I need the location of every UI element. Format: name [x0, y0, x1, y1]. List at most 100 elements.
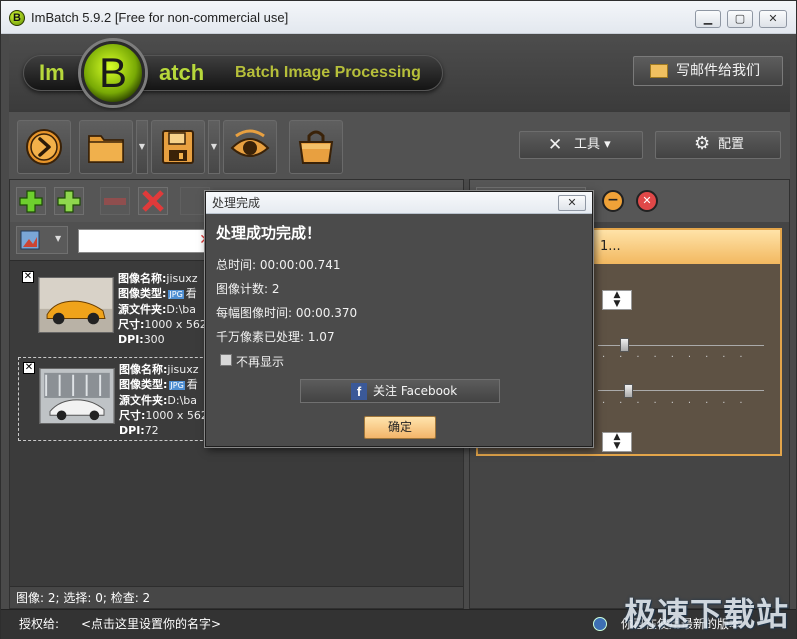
- image-name: jisuxz: [166, 272, 198, 285]
- license-label: 授权给:: [19, 617, 60, 631]
- image-folder: D:\ba: [166, 303, 197, 316]
- megapixels-processed: 千万像素已处理: 1.07: [216, 330, 335, 344]
- watermark: 极速下载站: [624, 595, 790, 633]
- config-label: 配置: [718, 137, 745, 152]
- add-image-icon: [19, 190, 43, 213]
- title-bar: B ImBatch 5.9.2 [Free for non-commercial…: [1, 1, 796, 34]
- folder-label: 源文件夹:: [118, 303, 167, 316]
- save-icon: [162, 130, 194, 164]
- preview-eye-icon: [230, 129, 270, 157]
- tools-menu-button[interactable]: ✕ 工具 ▾: [519, 131, 643, 159]
- main-toolbar: ▼ ▼ ✕ 工具 ▾ ⚙ 配置: [9, 111, 790, 179]
- dialog-heading: 处理成功完成！: [216, 224, 322, 242]
- jpg-icon: JPG: [168, 290, 184, 299]
- save-dropdown[interactable]: ▼: [208, 120, 220, 174]
- image-dpi: 300: [143, 333, 165, 346]
- folder-label: 源文件夹:: [119, 394, 168, 407]
- window-title: ImBatch 5.9.2 [Free for non-commercial u…: [31, 10, 289, 25]
- logo-b-icon: B: [81, 41, 145, 105]
- item-checkbox[interactable]: ✕: [22, 271, 34, 283]
- facebook-button[interactable]: f 关注 Facebook: [300, 379, 500, 403]
- dpi-label: DPI:: [119, 424, 145, 437]
- facebook-icon: f: [351, 383, 367, 400]
- task-slider-1-thumb[interactable]: [620, 338, 629, 352]
- add-folder-button[interactable]: [54, 187, 84, 215]
- chevron-down-icon: ▼: [55, 234, 62, 243]
- add-folder-icon: [57, 190, 81, 213]
- wrench-icon: ✕: [548, 135, 563, 155]
- type-label: 图像类型:: [119, 378, 168, 391]
- list-item[interactable]: ✕ 图像名称:jisuxz 图像类型: JPG 看 源文件夹:D:\ba 尺寸:10…: [18, 357, 218, 441]
- task-spinbox-2[interactable]: ▲ ▼: [602, 432, 632, 452]
- tools-menu-label: 工具 ▾: [574, 137, 611, 152]
- logo-tagline: Batch Image Processing: [235, 64, 421, 81]
- dialog-title: 处理完成: [206, 192, 592, 214]
- size-label: 尺寸:: [119, 409, 146, 422]
- image-thumbnail: [38, 277, 114, 333]
- ok-button[interactable]: 确定: [364, 416, 436, 439]
- image-dpi: 72: [144, 424, 159, 437]
- run-icon: [26, 129, 62, 165]
- basket-button[interactable]: [289, 120, 343, 174]
- open-folder-icon: [88, 135, 124, 163]
- dont-show-checkbox[interactable]: [220, 354, 232, 366]
- mail-us-button[interactable]: 写邮件给我们: [633, 56, 783, 86]
- task-slider-2-ticks: ·········: [602, 398, 757, 409]
- maximize-button[interactable]: ▢: [727, 10, 753, 28]
- remove-all-button[interactable]: [138, 187, 168, 215]
- jpg-icon: JPG: [169, 381, 185, 390]
- banner: Im B atch Batch Image Processing 写邮件给我们: [9, 35, 790, 111]
- dpi-label: DPI:: [118, 333, 144, 346]
- total-time: 总时间: 00:00:00.741: [216, 258, 341, 272]
- close-button[interactable]: ✕: [759, 10, 787, 28]
- dialog-close-button[interactable]: ✕: [558, 195, 586, 211]
- type-label: 图像类型:: [118, 287, 167, 300]
- open-folder-button[interactable]: [79, 120, 133, 174]
- app-icon: B: [9, 10, 25, 26]
- gear-icon: ⚙: [694, 133, 711, 154]
- remove-image-button[interactable]: [100, 187, 130, 215]
- logo-text-atch: atch: [159, 60, 205, 85]
- name-label: 图像名称:: [118, 272, 167, 285]
- task-slider-1-ticks: ·········: [602, 352, 757, 363]
- filter-input[interactable]: ✕: [78, 229, 214, 253]
- image-folder: D:\ba: [167, 394, 198, 407]
- per-image-time: 每幅图像时间: 00:00.370: [216, 306, 358, 320]
- processing-complete-dialog: 处理完成 ✕ 处理成功完成！ 总时间: 00:00:00.741 图像计数: 2…: [205, 191, 593, 447]
- task-slider-2[interactable]: [598, 390, 764, 391]
- facebook-label: 关注 Facebook: [373, 384, 458, 398]
- dont-show-label: 不再显示: [236, 355, 285, 369]
- image-list-status: 图像: 2; 选择: 0; 检查: 2: [10, 586, 463, 608]
- image-size: 1000 x 562: [145, 409, 208, 422]
- preview-button[interactable]: [223, 120, 277, 174]
- minimize-button[interactable]: ▁: [695, 10, 721, 28]
- image-count: 图像计数: 2: [216, 282, 280, 296]
- add-image-button[interactable]: [16, 187, 46, 215]
- image-type: 看: [185, 287, 197, 300]
- config-button[interactable]: ⚙ 配置: [655, 131, 781, 159]
- update-icon: [593, 617, 607, 631]
- image-type: 看: [186, 378, 198, 391]
- minus-icon: [104, 198, 126, 205]
- run-button[interactable]: [17, 120, 71, 174]
- image-meta: 图像名称:jisuxz 图像类型: JPG 看 源文件夹:D:\ba 尺寸:1000…: [119, 362, 208, 438]
- envelope-icon: [650, 64, 668, 78]
- list-item[interactable]: ✕ 图像名称:jisuxz 图像类型: JPG 看 源文件夹:D:\ba 尺寸:10…: [18, 267, 218, 351]
- basket-icon: [298, 130, 334, 164]
- item-checkbox[interactable]: ✕: [23, 362, 35, 374]
- image-name: jisuxz: [167, 363, 199, 376]
- view-mode-button[interactable]: ▼: [16, 226, 68, 254]
- open-folder-dropdown[interactable]: ▼: [136, 120, 148, 174]
- save-button[interactable]: [151, 120, 205, 174]
- remove-task-icon[interactable]: −: [602, 190, 624, 212]
- image-size: 1000 x 562: [144, 318, 207, 331]
- main-window: B ImBatch 5.9.2 [Free for non-commercial…: [0, 0, 797, 639]
- image-meta: 图像名称:jisuxz 图像类型: JPG 看 源文件夹:D:\ba 尺寸:1000…: [118, 271, 207, 347]
- task-slider-2-thumb[interactable]: [624, 384, 633, 398]
- clear-tasks-icon[interactable]: ✕: [636, 190, 658, 212]
- task-spinbox-1[interactable]: ▲ ▼: [602, 290, 632, 310]
- image-view-icon: [20, 230, 40, 250]
- image-thumbnail: [39, 368, 115, 424]
- delete-icon: [142, 190, 164, 212]
- license-name-link[interactable]: <点击这里设置你的名字>: [81, 610, 221, 638]
